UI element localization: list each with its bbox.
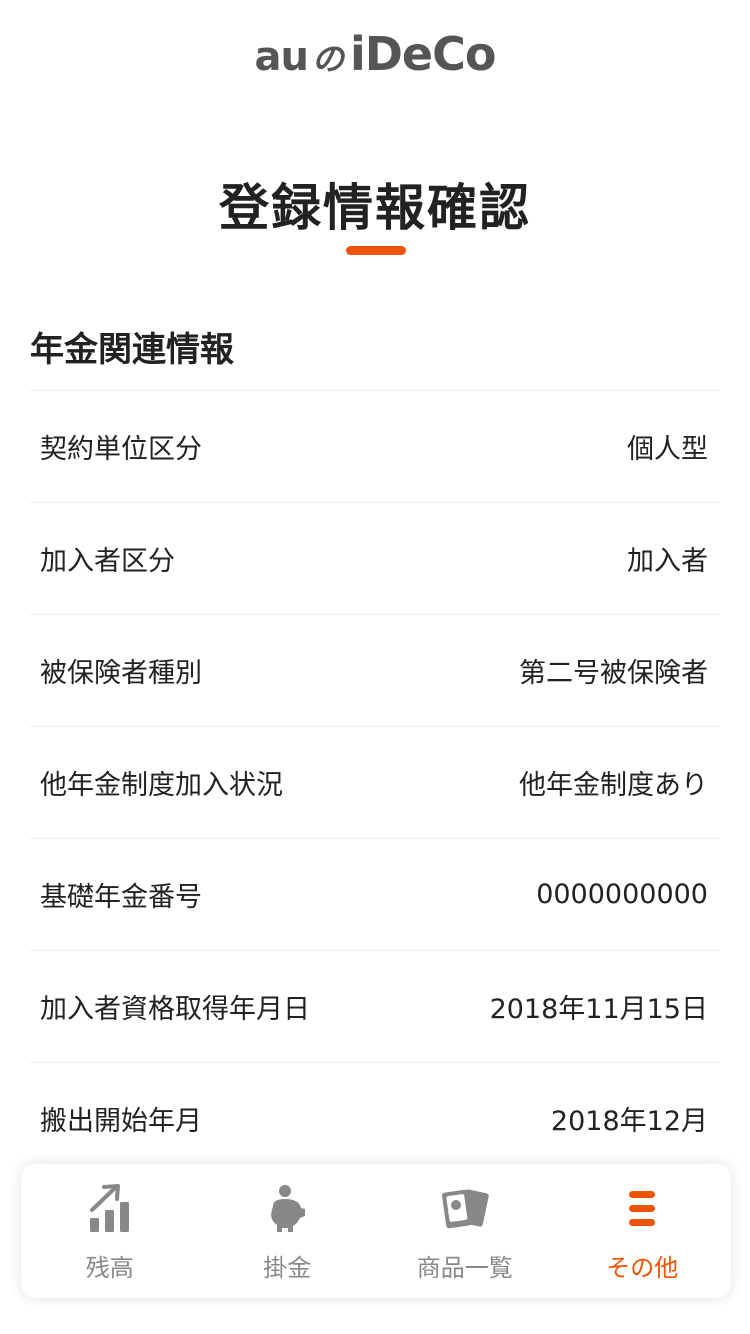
info-label: 被保険者種別: [40, 658, 202, 689]
bar-chart-up-icon: [85, 1184, 135, 1234]
info-value: 0000000000: [536, 879, 708, 910]
pension-info-list: 契約単位区分 個人型 加入者区分 加入者 被保険者種別 第二号被保険者 他年金制…: [30, 390, 720, 1174]
info-label: 契約単位区分: [40, 434, 202, 465]
info-row-qualification-date: 加入者資格取得年月日 2018年11月15日: [30, 950, 720, 1062]
info-row-transfer-start: 搬出開始年月 2018年12月: [30, 1062, 720, 1174]
tab-label: その他: [606, 1254, 679, 1282]
info-label: 加入者資格取得年月日: [40, 994, 310, 1025]
info-label: 搬出開始年月: [40, 1106, 202, 1137]
info-row-basic-pension-number: 基礎年金番号 0000000000: [30, 838, 720, 950]
documents-icon: [440, 1184, 490, 1234]
registration-info-page: au の iDeCo 登録情報確認 年金関連情報 契約単位区分 個人型 加入者区…: [0, 0, 750, 1334]
info-label: 加入者区分: [40, 546, 175, 577]
info-value: 加入者: [627, 546, 708, 577]
info-value: 2018年11月15日: [489, 994, 708, 1025]
bottom-tab-bar: 残高 掛金 商品一覧 その他: [21, 1164, 731, 1298]
info-label: 基礎年金番号: [40, 882, 202, 913]
piggy-bank-icon: [262, 1184, 312, 1234]
logo-au-text: au: [254, 34, 309, 80]
info-row-contract-unit: 契約単位区分 個人型: [30, 390, 720, 502]
info-value: 他年金制度あり: [519, 770, 708, 801]
title-underline: [346, 246, 406, 255]
au-ideco-logo[interactable]: au の iDeCo: [254, 27, 497, 81]
info-value: 第二号被保険者: [519, 658, 708, 689]
tab-product-list[interactable]: 商品一覧: [376, 1164, 554, 1298]
page-title: 登録情報確認: [219, 179, 531, 237]
info-row-insured-type: 被保険者種別 第二号被保険者: [30, 614, 720, 726]
tab-label: 商品一覧: [416, 1254, 513, 1282]
tab-balance[interactable]: 残高: [21, 1164, 199, 1298]
info-label: 他年金制度加入状況: [40, 770, 283, 801]
logo-no-text: の: [311, 40, 344, 78]
info-row-other-pension: 他年金制度加入状況 他年金制度あり: [30, 726, 720, 838]
tab-label: 掛金: [263, 1254, 312, 1282]
menu-icon: [617, 1184, 667, 1234]
tab-label: 残高: [85, 1254, 134, 1282]
tab-other[interactable]: その他: [554, 1164, 732, 1298]
tab-contribution[interactable]: 掛金: [199, 1164, 377, 1298]
logo-ideco-text: iDeCo: [349, 27, 497, 81]
app-header: au の iDeCo: [0, 24, 750, 84]
section-title-pension-info: 年金関連情報: [30, 330, 234, 370]
info-row-member-class: 加入者区分 加入者: [30, 502, 720, 614]
info-value: 個人型: [627, 434, 708, 465]
info-value: 2018年12月: [550, 1106, 708, 1137]
